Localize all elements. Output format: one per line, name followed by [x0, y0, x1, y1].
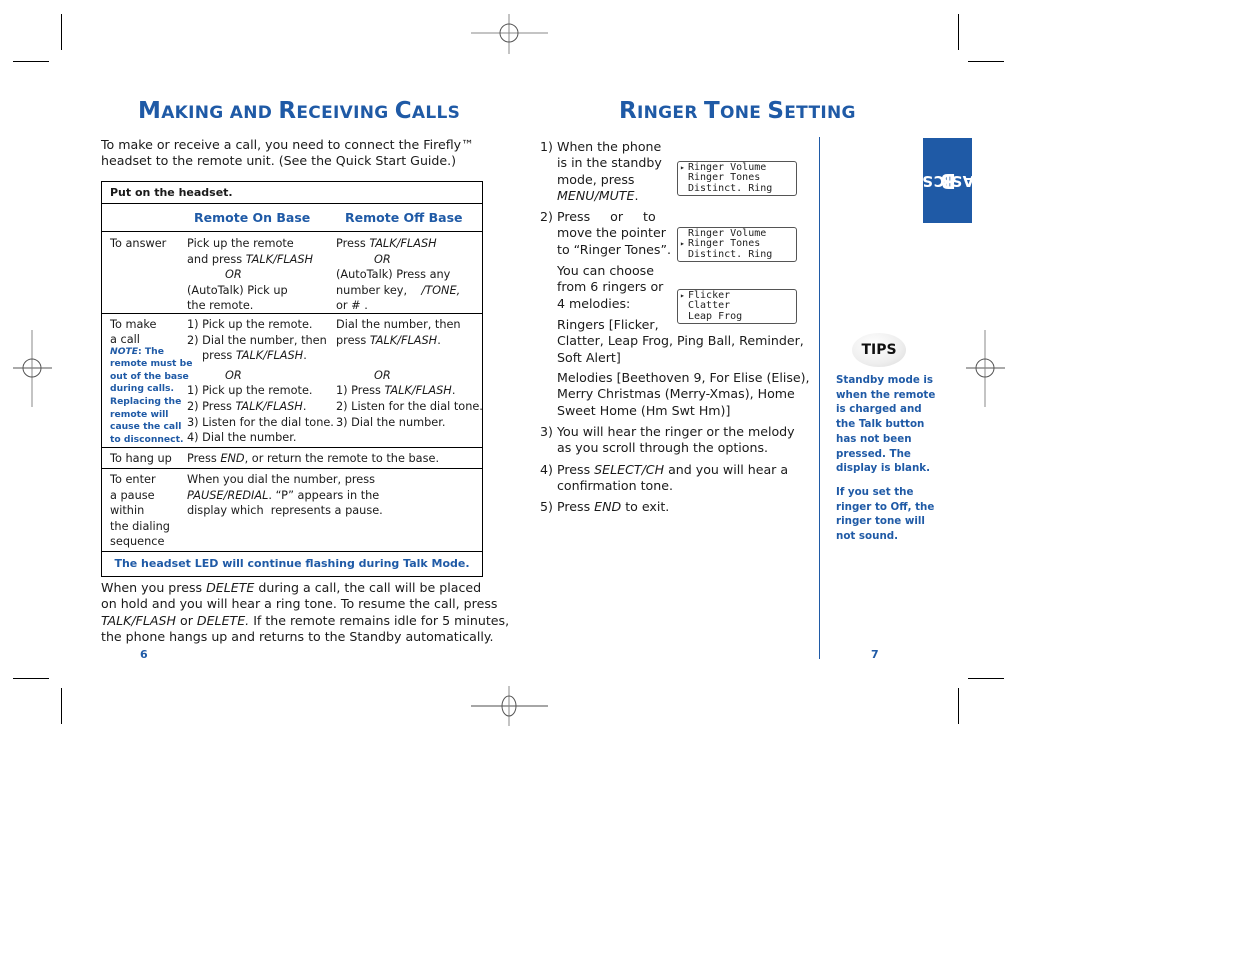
table-footer-row: The headset LED will continue flashing d…	[114, 557, 470, 570]
pointer-icon: ▸	[680, 163, 685, 172]
column-divider	[819, 137, 820, 659]
intro-paragraph: To make or receive a call, you need to c…	[101, 137, 474, 169]
crop-mark	[968, 61, 1004, 62]
hold-paragraph: When you press DELETE during a call, the…	[101, 580, 510, 644]
lcd-display-ringer-list: ▸ Flicker Clatter Leap Frog	[677, 289, 797, 324]
tip-ringer-off: If you set the ringer to Off, the ringer…	[836, 486, 935, 543]
table-row-pause: To enter a pause within the dialing sequ…	[102, 469, 482, 552]
crop-mark	[13, 61, 49, 62]
pointer-icon: ▸	[680, 291, 685, 300]
table-header-row: Put on the headset.	[102, 182, 482, 204]
melodies-list: Melodies [Beethoven 9, For Elise (Elise)…	[557, 370, 810, 418]
lcd-row: Distinct. Ring	[688, 182, 773, 194]
tips-badge: TIPS	[852, 333, 906, 367]
registration-mark-icon	[13, 330, 52, 407]
lcd-row: Leap Frog	[688, 310, 743, 322]
table-row-hang-up: To hang up Press END, or return the remo…	[102, 448, 482, 469]
table-row-answer: To answer Pick up the remote and press T…	[102, 232, 482, 314]
crop-mark	[958, 14, 959, 50]
registration-mark-icon	[471, 14, 548, 54]
ringers-list: Ringers [Flicker, Clatter, Leap Frog, Pi…	[557, 317, 804, 365]
crop-mark	[61, 14, 62, 50]
page-number: 6	[140, 648, 148, 661]
note-text: NOTE: The remote must be out of the base…	[110, 345, 193, 445]
page-title-making-calls: MAKING AND RECEIVING CALLS	[138, 98, 461, 124]
page-number: 7	[871, 648, 879, 661]
registration-mark-icon	[471, 686, 548, 726]
calls-table: Put on the headset. Remote On Base Remot…	[101, 181, 483, 577]
tip-standby: Standby mode is when the remote is charg…	[836, 374, 936, 475]
lcd-row: Distinct. Ring	[688, 248, 773, 260]
lcd-display-menu: ▸ Ringer Volume Ringer Tones Distinct. Ri…	[677, 161, 797, 196]
crop-mark	[968, 678, 1004, 679]
lcd-display-ringer-tones: Ringer Volume ▸ Ringer Tones Distinct. Ri…	[677, 227, 797, 262]
section-tab-basics: B ASICS	[921, 138, 974, 223]
table-row-make-call: To make a call NOTE: The remote must be …	[102, 314, 483, 448]
table-column-headers: Remote On Base Remote Off Base	[102, 204, 482, 232]
registration-mark-icon	[966, 330, 1005, 407]
crop-mark	[958, 688, 959, 724]
crop-mark	[13, 678, 49, 679]
page-title-ringer-tone: RINGER TONE SETTING	[619, 98, 856, 124]
pointer-icon: ▸	[680, 239, 685, 249]
crop-mark	[61, 688, 62, 724]
choose-text: You can choose from 6 ringers or 4 melod…	[557, 263, 664, 311]
